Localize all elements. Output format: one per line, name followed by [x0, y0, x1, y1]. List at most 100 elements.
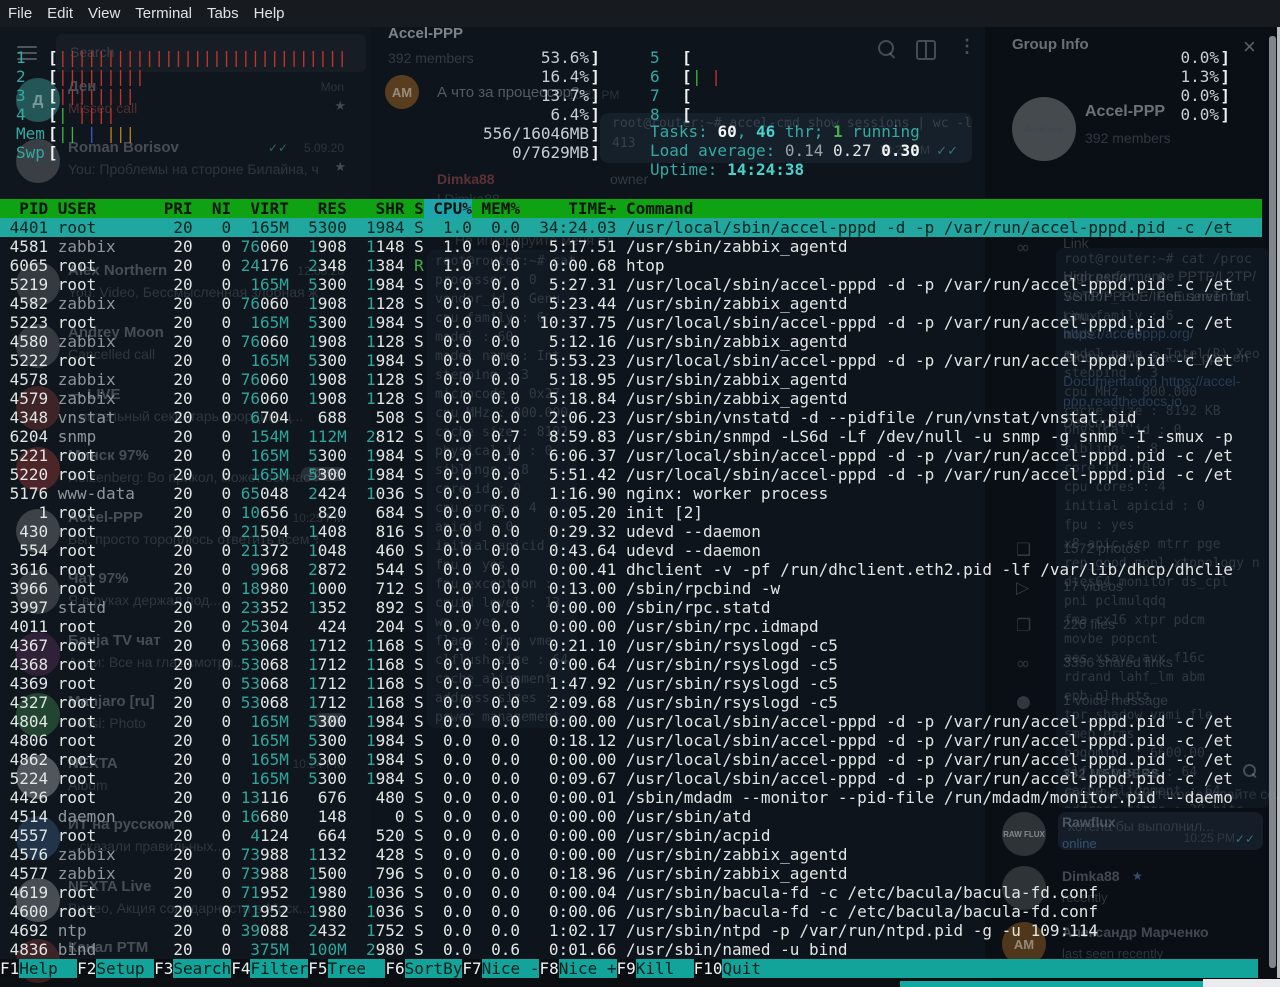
- process-row[interactable]: 4514 daemon 20 0 16680 148 0 S 0.0 0.0 0:00.00/usr…: [0, 807, 1280, 826]
- meter-bracket: ]: [1220, 86, 1230, 105]
- fnkey-f1[interactable]: F1: [0, 959, 20, 978]
- cell-cpu: 0.0: [442, 503, 472, 522]
- process-row[interactable]: 5220 root 20 0 165M 5300 1984 S 0.0 0.0 5:51.42/us…: [0, 465, 1280, 484]
- process-row[interactable]: 1 root 20 0 10656 820 684 S 0.0 0.0 0:05.20 init [2…: [0, 503, 1280, 522]
- cell-pid: 4578: [9, 370, 49, 389]
- column-header-user[interactable]: USER: [58, 199, 154, 218]
- fnkey-f5[interactable]: F5: [308, 959, 328, 978]
- process-row[interactable]: 4836 bind 20 0 375M 100M 2980 S 0.0 0.6 0:01.66/us…: [0, 940, 1280, 959]
- column-header-s[interactable]: S: [414, 199, 424, 218]
- fnkey-f4[interactable]: F4: [231, 959, 251, 978]
- menu-tabs[interactable]: Tabs: [207, 4, 239, 23]
- cell-pid: 5223: [9, 313, 49, 332]
- cell-s: S: [414, 940, 424, 959]
- process-row[interactable]: 5221 root 20 0 165M 5300 1984 S 0.0 0.0 6:06.37/us…: [0, 446, 1280, 465]
- process-row[interactable]: 4426 root 20 0 13116 676 480 S 0.0 0.0 0:00.01/sbi…: [0, 788, 1280, 807]
- process-row[interactable]: 3966 root 20 0 18980 1000 712 S 0.0 0.0 0:13.00/sb…: [0, 579, 1280, 598]
- cell-shr: 1168: [365, 636, 405, 655]
- column-header-pid[interactable]: PID: [0, 199, 48, 218]
- cell-virt: 76060: [240, 370, 289, 389]
- fnkey-f8[interactable]: F8: [539, 959, 559, 978]
- fnlabel-setup[interactable]: Setup: [96, 959, 155, 978]
- column-header-pri[interactable]: PRI: [164, 199, 193, 218]
- column-header-res[interactable]: RES: [299, 199, 347, 218]
- fnlabel-sortby[interactable]: SortBy: [404, 959, 463, 978]
- fnlabel-filter[interactable]: Filter: [250, 959, 309, 978]
- menu-file[interactable]: File: [8, 4, 32, 23]
- cell-cpu: 0.0: [442, 351, 472, 370]
- column-header-mem[interactable]: MEM%: [482, 199, 521, 218]
- column-header-ni[interactable]: NI: [202, 199, 231, 218]
- cell-time: 0:00.01: [548, 788, 617, 807]
- cell-ni: 0: [221, 503, 232, 522]
- menu-help[interactable]: Help: [254, 4, 285, 23]
- fnkey-f9[interactable]: F9: [616, 959, 636, 978]
- fnkey-f3[interactable]: F3: [154, 959, 174, 978]
- process-row[interactable]: 5222 root 20 0 165M 5300 1984 S 0.0 0.0 5:53.23/us…: [0, 351, 1280, 370]
- process-row[interactable]: 4368 root 20 0 53068 1712 1168 S 0.0 0.0 0:00.64/u…: [0, 655, 1280, 674]
- process-row[interactable]: 5223 root 20 0 165M 5300 1984 S 0.0 0.0 10:37.75/u…: [0, 313, 1280, 332]
- process-row[interactable]: 4367 root 20 0 53068 1712 1168 S 0.0 0.0 0:21.10/u…: [0, 636, 1280, 655]
- cell-command: /usr/sbin/zabbix_agentd: [625, 389, 848, 408]
- process-row[interactable]: 4804 root 20 0 165M 5300 1984 S 0.0 0.0 0:00.00/us…: [0, 712, 1280, 731]
- column-header-virt[interactable]: VIRT: [241, 199, 289, 218]
- cell-res: 5300: [308, 769, 347, 788]
- fnlabel-quit[interactable]: Quit: [722, 959, 781, 978]
- cell-res: 5300: [308, 351, 347, 370]
- process-row[interactable]: 6204 snmp 20 0 154M 112M 2812 S 0.0 0.7 8:59.83/us…: [0, 427, 1280, 446]
- fnlabel-kill[interactable]: Kill: [635, 959, 694, 978]
- process-row[interactable]: 4862 root 20 0 165M 5300 1984 S 0.0 0.0 0:00.00/us…: [0, 750, 1280, 769]
- column-header-shr[interactable]: SHR: [356, 199, 405, 218]
- scrollbar[interactable]: [1269, 36, 1276, 968]
- process-row[interactable]: 4578 zabbix 20 0 76060 1908 1128 S 0.0 0.0 5:18.95…: [0, 370, 1280, 389]
- process-row[interactable]: 4401 root 20 0 165M 5300 1984 S 1.0 0.0 34:24.03/u…: [0, 218, 1262, 237]
- process-row[interactable]: 4581 zabbix 20 0 76060 1908 1148 S 1.0 0.0 5:17.51…: [0, 237, 1280, 256]
- process-row[interactable]: 4576 zabbix 20 0 73988 1132 428 S 0.0 0.0 0:00.00 /…: [0, 845, 1280, 864]
- cell-user: root: [57, 826, 97, 845]
- process-row[interactable]: 4600 root 20 0 71952 1980 1036 S 0.0 0.0 0:00.06/u…: [0, 902, 1280, 921]
- cell-mem: 0.0: [491, 541, 521, 560]
- fnkey-f7[interactable]: F7: [462, 959, 482, 978]
- fnkey-f6[interactable]: F6: [385, 959, 405, 978]
- process-row[interactable]: 4582 zabbix 20 0 76060 1908 1128 S 0.0 0.0 5:23.44…: [0, 294, 1280, 313]
- meter-bracket: ]: [590, 143, 600, 162]
- process-row[interactable]: 3997 statd 20 0 23352 1352 892 S 0.0 0.0 0:00.00/s…: [0, 598, 1280, 617]
- fnlabel-nice[interactable]: Nice +: [558, 959, 617, 978]
- fnkey-f2[interactable]: F2: [77, 959, 97, 978]
- process-row[interactable]: 554 root 20 0 21372 1048 460 S 0.0 0.0 0:43.64 udev…: [0, 541, 1280, 560]
- process-row[interactable]: 4348 vnstat 20 0 6704 688 508 S 0.0 0.0 2:06.23/us…: [0, 408, 1280, 427]
- process-row[interactable]: 4327 root 20 0 53068 1712 1168 S 0.0 0.0 2:09.68/u…: [0, 693, 1280, 712]
- process-row[interactable]: 3616 root 20 0 9968 2872 544 S 0.0 0.0 0:00.41 dhcl…: [0, 560, 1280, 579]
- process-row[interactable]: 430 root 20 0 21504 1408 816 S 0.0 0.0 0:29.32 udev…: [0, 522, 1280, 541]
- meter-bracket: [: [48, 124, 58, 143]
- cell-time: 0:43.64: [548, 541, 617, 560]
- column-header-time[interactable]: TIME+: [530, 199, 616, 218]
- fnlabel-nice[interactable]: Nice -: [481, 959, 540, 978]
- cell-ni: 0: [221, 769, 232, 788]
- process-row[interactable]: 4692 ntp 20 0 39088 2432 1752 S 0.0 0.0 1:02.17/us…: [0, 921, 1280, 940]
- process-row[interactable]: 5224 root 20 0 165M 5300 1984 S 0.0 0.0 0:09.67/us…: [0, 769, 1280, 788]
- process-row[interactable]: 4806 root 20 0 165M 5300 1984 S 0.0 0.0 0:18.12/us…: [0, 731, 1280, 750]
- cell-ni: 0: [221, 446, 232, 465]
- column-header-cpu[interactable]: CPU%: [423, 199, 472, 218]
- process-row[interactable]: 4580 zabbix 20 0 76060 1908 1128 S 0.0 0.0 5:12.16…: [0, 332, 1280, 351]
- process-row[interactable]: 4619 root 20 0 71952 1980 1036 S 0.0 0.0 0:00.04/u…: [0, 883, 1280, 902]
- process-row[interactable]: 5176 www-data 20 0 65048 2424 1036 S 0.0 0.0 1:16.…: [0, 484, 1280, 503]
- menu-edit[interactable]: Edit: [47, 4, 73, 23]
- process-row[interactable]: 4369 root 20 0 53068 1712 1168 S 0.0 0.0 1:47.92/u…: [0, 674, 1280, 693]
- menu-view[interactable]: View: [88, 4, 120, 23]
- menu-terminal[interactable]: Terminal: [135, 4, 192, 23]
- process-row[interactable]: 4557 root 20 0 4124 664 520 S 0.0 0.0 0:00.00/usr/…: [0, 826, 1280, 845]
- process-row[interactable]: 6065 root 20 0 24176 2348 1384 R 1.0 0.0 0:00.68 ht…: [0, 256, 1280, 275]
- cell-s: S: [414, 864, 424, 883]
- process-row[interactable]: 4579 zabbix 20 0 76060 1908 1128 S 0.0 0.0 5:18.84…: [0, 389, 1280, 408]
- fnlabel-help[interactable]: Help: [19, 959, 78, 978]
- column-header-command[interactable]: Command: [626, 199, 693, 218]
- fnlabel-tree[interactable]: Tree: [327, 959, 386, 978]
- cell-user: www-data: [57, 484, 135, 503]
- fnkey-f10[interactable]: F10: [693, 959, 723, 978]
- process-row[interactable]: 5219 root 20 0 165M 5300 1984 S 0.0 0.0 5:27.31/us…: [0, 275, 1280, 294]
- fnlabel-search[interactable]: Search: [173, 959, 232, 978]
- process-row[interactable]: 4577 zabbix 20 0 73988 1500 796 S 0.0 0.0 0:18.96 /…: [0, 864, 1280, 883]
- process-row[interactable]: 4011 root 20 0 25304 424 204 S 0.0 0.0 0:00.00/usr…: [0, 617, 1280, 636]
